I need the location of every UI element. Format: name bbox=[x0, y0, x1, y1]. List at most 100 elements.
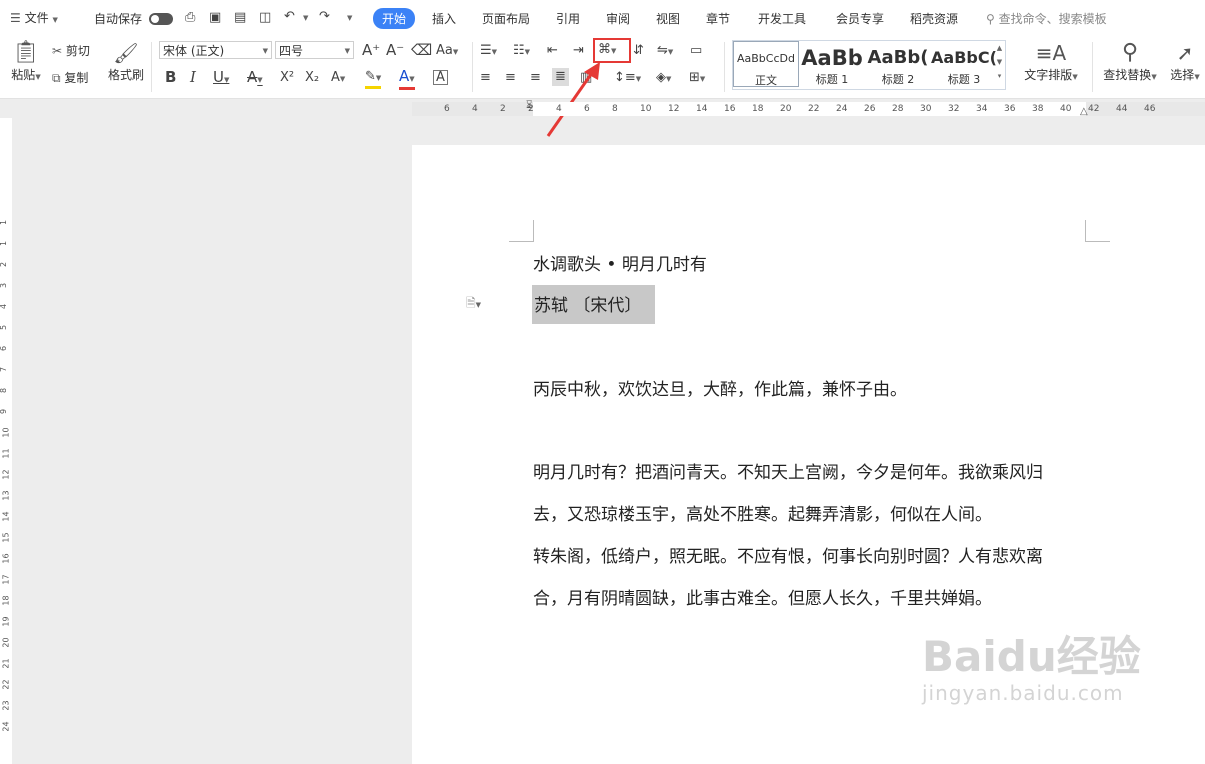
file-menu-label: 文件 bbox=[24, 11, 49, 25]
tab-view[interactable]: 视图 bbox=[656, 10, 680, 27]
tab-developer[interactable]: 开发工具 bbox=[758, 10, 806, 27]
vertical-ruler[interactable]: 1123456789101112131415161718192021222324 bbox=[0, 118, 12, 764]
document-page[interactable]: 水调歌头 • 明月几时有 🗎︎▼ 苏轼 〔宋代〕 丙辰中秋，欢饮达旦，大醉，作此… bbox=[412, 145, 1205, 764]
borders-icon[interactable]: ⊞▼ bbox=[689, 70, 705, 87]
tab-references[interactable]: 引用 bbox=[556, 10, 580, 27]
superscript-icon[interactable]: X² bbox=[280, 70, 294, 86]
line-spacing-icon[interactable]: ↕≡▼ bbox=[614, 70, 641, 87]
file-menu[interactable]: ☰ 文件 ▼ bbox=[10, 9, 58, 26]
undo-dropdown-icon[interactable]: ▼ bbox=[303, 14, 308, 22]
style-preview: AaBbCcDd bbox=[737, 52, 795, 65]
horizontal-ruler[interactable]: 6 4 2 2 4 6 8 10 12 14 16 18 20 22 24 26 28 30 32 34 36 38 40 4… bbox=[412, 100, 1205, 118]
line-break-icon[interactable]: ⇋▼ bbox=[657, 43, 673, 60]
text-layout-icon: ≡A bbox=[1035, 41, 1067, 65]
print-icon[interactable]: ⎙ bbox=[185, 10, 195, 26]
autosave-toggle[interactable]: 自动保存 bbox=[94, 10, 173, 27]
print-preview-icon[interactable]: ◫ bbox=[259, 10, 271, 26]
bullet-list-icon[interactable]: ☰▼ bbox=[480, 43, 497, 60]
numbered-list-icon[interactable]: ☷▼ bbox=[513, 43, 530, 60]
cut-button[interactable]: ✂ 剪切 bbox=[52, 42, 90, 59]
style-heading-3[interactable]: AaBbC( 标题 3 bbox=[931, 41, 997, 87]
text-layout-button[interactable]: ≡A 文字排版▼ bbox=[1022, 40, 1080, 83]
ruler-number: 6 bbox=[0, 346, 8, 351]
export-pdf-icon[interactable]: ▤ bbox=[234, 10, 246, 26]
align-left-icon[interactable]: ≡ bbox=[480, 70, 491, 86]
ruler-number: 22 bbox=[808, 104, 820, 114]
ruler-number: 10 bbox=[1, 427, 11, 438]
copy-label: 复制 bbox=[64, 71, 89, 85]
poem-line: 转朱阁，低绮户，照无眠。不应有恨，何事长向别时圆？人有悲欢离 bbox=[533, 547, 1043, 567]
underline-icon[interactable]: U▼ bbox=[213, 69, 229, 88]
tab-page-layout[interactable]: 页面布局 bbox=[482, 10, 530, 27]
ruler-number: 12 bbox=[668, 104, 680, 114]
tab-ruler-icon[interactable]: ▭ bbox=[690, 43, 702, 59]
align-center-icon[interactable]: ≡ bbox=[505, 70, 516, 86]
menu-bar: ☰ 文件 ▼ 自动保存 ⎙ ▣ ▤ ◫ ↶ ▼ ↷ ▼ 开始 插入 页面布局 引… bbox=[0, 0, 1205, 36]
chevron-down-icon: ▼ bbox=[262, 47, 268, 55]
indent-marker-icon[interactable]: ⏳︎ bbox=[526, 100, 532, 111]
format-painter-label: 格式刷 bbox=[107, 68, 144, 82]
watermark-brand: Baidu经验 bbox=[922, 632, 1141, 681]
ruler-number: 38 bbox=[1032, 104, 1044, 114]
tab-chapter[interactable]: 章节 bbox=[706, 10, 730, 27]
paragraph-mark-icon[interactable]: 🗎︎▼ bbox=[466, 294, 481, 315]
style-preview: AaBb( bbox=[867, 47, 929, 68]
strikethrough-icon[interactable]: A▼ bbox=[247, 69, 263, 88]
find-replace-button[interactable]: ⚲ 查找替换▼ bbox=[1100, 40, 1160, 83]
find-replace-label: 查找替换 bbox=[1103, 68, 1152, 82]
paste-button[interactable]: 📋︎ 粘贴▼ bbox=[8, 40, 44, 83]
tab-docer-resources[interactable]: 稻壳资源 bbox=[910, 10, 958, 27]
ruler-number: 28 bbox=[892, 104, 904, 114]
ruler-number: 46 bbox=[1144, 104, 1156, 114]
italic-icon[interactable]: I bbox=[190, 69, 196, 85]
grow-font-icon[interactable]: A⁺ bbox=[362, 42, 380, 58]
command-search[interactable]: ⚲ 查找命令、搜索模板 bbox=[986, 10, 1107, 27]
font-size-select[interactable]: 四号 ▼ bbox=[275, 41, 354, 59]
ruler-number: 7 bbox=[0, 367, 8, 372]
save-icon[interactable]: ▣ bbox=[209, 10, 221, 26]
style-heading-1[interactable]: AaBb 标题 1 bbox=[799, 41, 865, 87]
highlight-color-icon[interactable]: ✎▼ bbox=[365, 69, 382, 89]
change-case-icon[interactable]: Aa▼ bbox=[436, 43, 458, 60]
tab-insert[interactable]: 插入 bbox=[432, 10, 456, 27]
ruler-number: 40 bbox=[1060, 104, 1072, 114]
ruler-number: 20 bbox=[780, 104, 792, 114]
quick-access-more-icon[interactable]: ▼ bbox=[347, 14, 352, 22]
poem-title: 水调歌头 • 明月几时有 bbox=[533, 255, 707, 275]
shrink-font-icon[interactable]: A⁻ bbox=[386, 42, 404, 58]
format-painter-button[interactable]: 🖌︎ 格式刷 bbox=[106, 40, 146, 83]
redo-icon[interactable]: ↷ bbox=[319, 9, 330, 25]
shading-icon[interactable]: ◈▼ bbox=[656, 70, 671, 87]
watermark: Baidu经验 jingyan.baidu.com bbox=[922, 632, 1141, 706]
select-button[interactable]: ➚ 选择▼ bbox=[1166, 40, 1204, 83]
undo-icon[interactable]: ↶ bbox=[284, 9, 295, 25]
tab-review[interactable]: 审阅 bbox=[606, 10, 630, 27]
ruler-number: 20 bbox=[1, 637, 11, 648]
font-color-icon[interactable]: A▼ bbox=[399, 68, 415, 90]
tab-start[interactable]: 开始 bbox=[373, 8, 416, 29]
clear-format-icon[interactable]: ⌫ bbox=[411, 42, 432, 58]
cut-label: 剪切 bbox=[65, 44, 90, 58]
chevron-down-icon: ▼ bbox=[344, 47, 350, 55]
text-effect-icon[interactable]: A▼ bbox=[331, 70, 345, 87]
chevron-down-icon: ▼ bbox=[52, 16, 58, 24]
subscript-icon[interactable]: X₂ bbox=[305, 70, 319, 86]
decrease-indent-icon[interactable]: ⇤ bbox=[547, 43, 558, 59]
magnifier-icon: ⚲ bbox=[1121, 40, 1139, 65]
font-name-select[interactable]: 宋体 (正文) ▼ bbox=[159, 41, 272, 59]
style-heading-2[interactable]: AaBb( 标题 2 bbox=[865, 41, 931, 87]
ruler-number: 6 bbox=[584, 104, 590, 114]
text-layout-label: 文字排版 bbox=[1024, 68, 1073, 82]
style-normal[interactable]: AaBbCcDd 正文 bbox=[733, 41, 799, 87]
right-indent-marker-icon[interactable]: △ bbox=[1080, 106, 1088, 117]
toggle-switch[interactable] bbox=[148, 13, 173, 25]
char-border-icon[interactable]: A bbox=[433, 70, 448, 85]
ruler-number: 17 bbox=[1, 574, 11, 585]
styles-scroll[interactable]: ▲ ▼ ▾ bbox=[995, 41, 1004, 83]
increase-indent-icon[interactable]: ⇥ bbox=[573, 43, 584, 59]
text-direction-icon[interactable]: ⇵ bbox=[633, 43, 644, 59]
copy-button[interactable]: ⧉ 复制 bbox=[52, 69, 88, 86]
tab-member[interactable]: 会员专享 bbox=[836, 10, 884, 27]
group-separator bbox=[472, 42, 473, 92]
bold-icon[interactable]: B bbox=[165, 69, 176, 85]
